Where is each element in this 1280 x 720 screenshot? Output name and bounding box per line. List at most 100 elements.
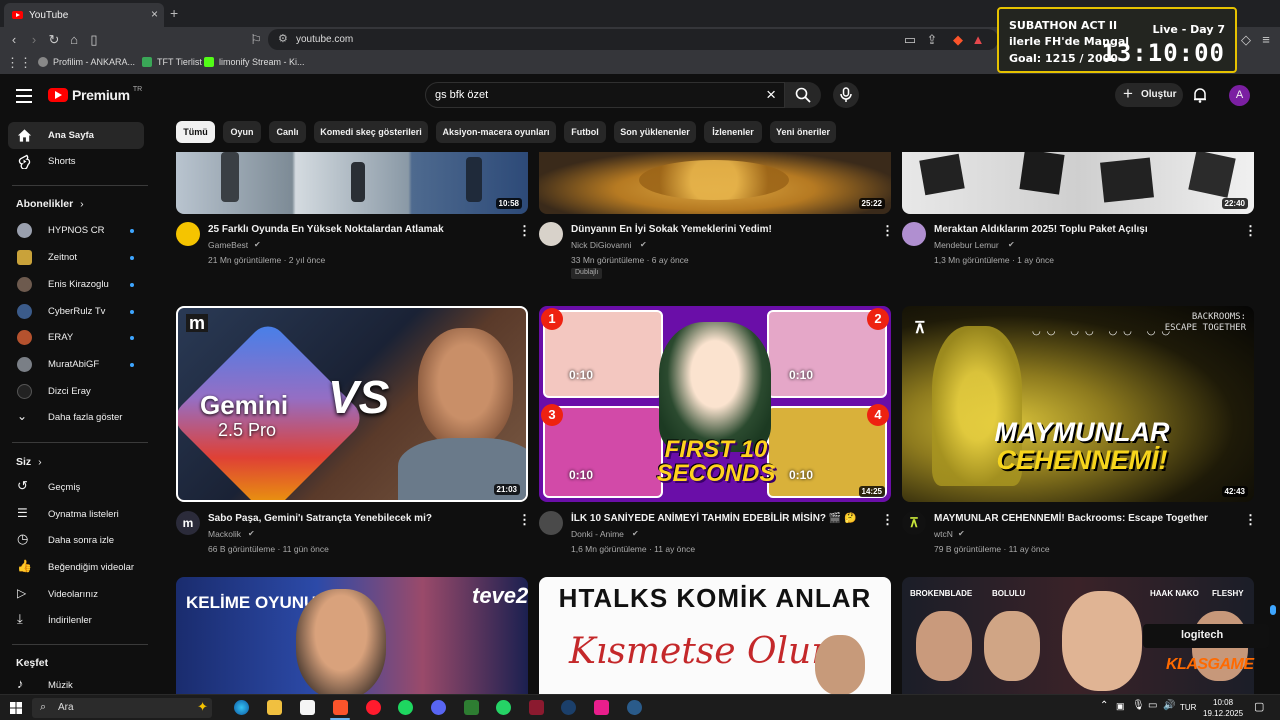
you-header[interactable]: Siz › — [16, 456, 42, 468]
share-icon[interactable]: ⇪ — [924, 32, 940, 48]
tray-chevron-icon[interactable]: ⌃ — [1100, 700, 1108, 711]
search-input[interactable]: gs bfk özet × — [425, 82, 785, 108]
channel-name[interactable]: wtcN — [934, 529, 953, 539]
whatsapp-icon[interactable] — [496, 700, 511, 715]
chip[interactable]: Futbol — [564, 121, 606, 143]
channel-name[interactable]: Mendebur Lemur — [934, 240, 999, 250]
apps-grid-icon[interactable]: ⋮⋮ — [6, 55, 32, 71]
video-title[interactable]: Dünyanın En İyi Sokak Yemeklerini Yedim! — [571, 224, 772, 235]
show-more-button[interactable]: ⌄ Daha fazla göster — [8, 404, 144, 431]
volume-icon[interactable]: 🔊 — [1163, 700, 1175, 711]
more-options-icon[interactable]: ⋮ — [881, 512, 894, 528]
menu-icon[interactable]: ≡ — [1258, 32, 1274, 47]
opera-icon[interactable] — [366, 700, 381, 715]
video-thumbnail[interactable]: KELİME OYUNU teve2 — [176, 577, 528, 694]
chip-all[interactable]: Tümü — [176, 121, 215, 143]
video-thumbnail[interactable]: 10:58 — [176, 152, 528, 214]
brave-rewards-icon[interactable]: ▲ — [970, 32, 986, 47]
video-title[interactable]: 25 Farklı Oyunda En Yüksek Noktalardan A… — [208, 224, 444, 235]
video-thumbnail[interactable]: m Gemini 2.5 Pro VS 21:03 — [176, 306, 528, 502]
notification-center-icon[interactable]: ▢ — [1254, 700, 1264, 713]
sidebar-item-subscription[interactable]: Zeitnot — [8, 244, 144, 271]
tray-icon[interactable]: ▣ — [1116, 701, 1125, 712]
video-thumbnail[interactable]: 1 2 3 4 0:10 0:10 0:10 0:10 FIRST 10 SECO… — [539, 306, 891, 502]
bookmark-icon[interactable]: ⚐ — [248, 32, 264, 48]
home-browser-icon[interactable]: ⌂ — [66, 32, 82, 47]
edge-icon[interactable] — [234, 700, 249, 715]
video-thumbnail[interactable]: ⊼ BACKROOMS: ESCAPE TOGETHER ◡◡ ◡◡ ◡◡ ◡◡ … — [902, 306, 1254, 502]
video-title[interactable]: Sabo Paşa, Gemini'ı Satrançta Yenebilece… — [208, 513, 432, 524]
youtube-premium-logo[interactable]: Premium TR — [48, 86, 142, 103]
chip[interactable]: İzlenenler — [704, 121, 762, 143]
taskbar-clock[interactable]: 10:08 19.12.2025 — [1203, 697, 1243, 719]
back-icon[interactable]: ‹ — [6, 32, 22, 47]
steam-icon[interactable] — [561, 700, 576, 715]
sidebar-item-subscription[interactable]: ERAY — [8, 324, 144, 351]
chip[interactable]: Son yüklenenler — [614, 121, 696, 143]
sidebar-item-subscription[interactable]: Enis Kirazoglu — [8, 271, 144, 298]
notifications-icon[interactable] — [1192, 87, 1208, 103]
windows-start-icon[interactable] — [10, 702, 22, 714]
network-icon[interactable]: ▭ — [1148, 700, 1157, 711]
browser-tab-youtube[interactable]: YouTube × — [4, 3, 164, 27]
channel-name[interactable]: GameBest — [208, 240, 248, 250]
url-field[interactable]: ⚙ youtube.com — [268, 29, 998, 50]
video-title[interactable]: MAYMUNLAR CEHENNEMİ! Backrooms: Escape T… — [934, 513, 1208, 524]
vpn-icon[interactable]: ◇ — [1238, 32, 1254, 48]
voice-search-button[interactable] — [833, 82, 859, 108]
video-thumbnail[interactable]: 22:40 — [902, 152, 1254, 214]
channel-name[interactable]: Nick DiGiovanni — [571, 240, 631, 250]
channel-avatar[interactable] — [176, 222, 200, 246]
more-options-icon[interactable]: ⋮ — [1244, 223, 1257, 239]
brave-shield-icon[interactable]: ◆ — [950, 32, 966, 48]
page-scrollbar[interactable] — [1270, 150, 1276, 690]
hamburger-menu-icon[interactable] — [16, 89, 32, 107]
channel-avatar[interactable] — [539, 511, 563, 535]
chip[interactable]: Oyun — [223, 121, 261, 143]
chip[interactable]: Komedi skeç gösterileri — [314, 121, 428, 143]
sidebar-item-liked[interactable]: 👍 Beğendiğim videolar — [8, 554, 144, 581]
more-options-icon[interactable]: ⋮ — [518, 223, 531, 239]
forward-icon[interactable]: › — [26, 32, 42, 47]
sidebar-item-history[interactable]: ↺ Geçmiş — [8, 474, 144, 501]
video-thumbnail[interactable]: 25:22 — [539, 152, 891, 214]
file-explorer-icon[interactable] — [267, 700, 282, 715]
sidebar-item-watch-later[interactable]: ◷ Daha sonra izle — [8, 527, 144, 554]
app-icon[interactable] — [464, 700, 479, 715]
cast-icon[interactable]: ▭ — [902, 32, 918, 48]
app-icon[interactable] — [594, 700, 609, 715]
sidebar-item-home[interactable]: Ana Sayfa — [8, 122, 144, 149]
chip[interactable]: Yeni öneriler — [770, 121, 836, 143]
more-options-icon[interactable]: ⋮ — [881, 223, 894, 239]
bookmark-item[interactable]: Profilim - ANKARA... — [38, 57, 135, 67]
sidebar-item-subscription[interactable]: MuratAbiGF — [8, 351, 144, 378]
sidebar-item-shorts[interactable]: Shorts — [8, 148, 144, 175]
close-tab-icon[interactable]: × — [151, 7, 158, 21]
language-indicator[interactable]: TUR — [1180, 703, 1196, 712]
taskbar-search[interactable]: ⌕ Ara ✦ — [32, 698, 212, 718]
subscriptions-header[interactable]: Abonelikler › — [16, 198, 84, 210]
clear-search-icon[interactable]: × — [766, 85, 776, 105]
site-info-icon[interactable]: ⚙ — [278, 32, 288, 45]
channel-avatar[interactable] — [539, 222, 563, 246]
app-icon[interactable] — [529, 700, 544, 715]
mic-tray-icon[interactable]: 🎙 — [1132, 700, 1145, 711]
steam-icon[interactable] — [627, 700, 642, 715]
bookmark-item[interactable]: TFT Tierlist — [142, 57, 202, 67]
discord-icon[interactable] — [431, 700, 446, 715]
chip[interactable]: Aksiyon-macera oyunları — [436, 121, 556, 143]
sidebar-item-playlists[interactable]: ☰ Oynatma listeleri — [8, 501, 144, 528]
chip[interactable]: Canlı — [269, 121, 306, 143]
sidebar-item-your-videos[interactable]: ▷ Videolarınız — [8, 581, 144, 608]
account-avatar[interactable]: A — [1229, 85, 1250, 106]
sidebar-item-downloads[interactable]: ⤓ İndirilenler — [8, 607, 144, 634]
sidebar-toggle-icon[interactable]: ▯ — [86, 32, 102, 48]
channel-name[interactable]: Donki - Anime — [571, 529, 624, 539]
create-button[interactable]: Oluştur — [1115, 83, 1183, 107]
more-options-icon[interactable]: ⋮ — [1244, 512, 1257, 528]
brave-icon[interactable] — [333, 700, 348, 715]
channel-avatar[interactable] — [902, 222, 926, 246]
reload-icon[interactable]: ↻ — [46, 32, 62, 48]
new-tab-button[interactable]: + — [170, 5, 178, 21]
spotify-icon[interactable] — [398, 700, 413, 715]
